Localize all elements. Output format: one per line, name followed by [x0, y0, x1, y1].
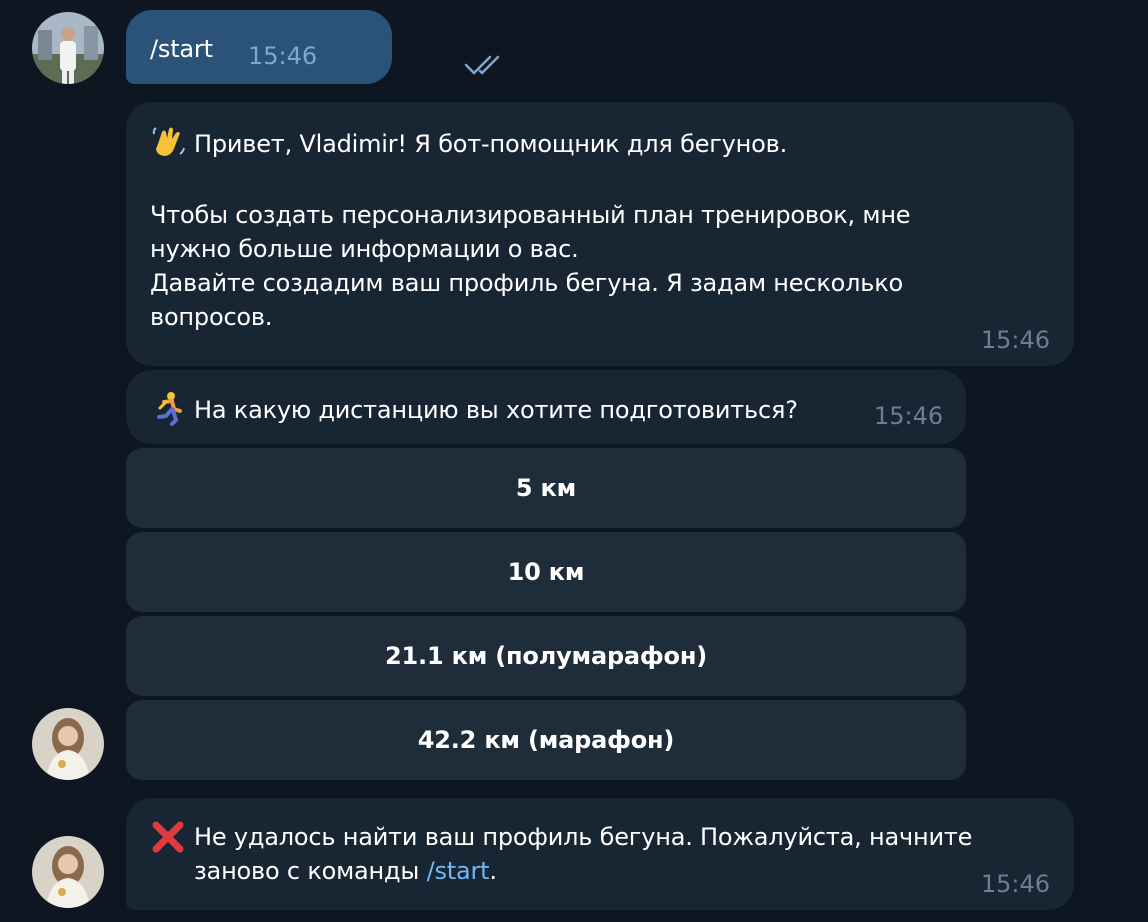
start-command-link[interactable]: /start	[427, 857, 490, 885]
greeting-first-line: Привет, Vladimir! Я бот-помощник для бег…	[150, 124, 787, 164]
cross-mark-icon	[150, 819, 186, 888]
distance-option-half-marathon-button[interactable]: 21.1 км (полумарафон)	[126, 616, 966, 696]
message-body: Чтобы создать персонализированный план т…	[150, 201, 911, 331]
double-check-icon	[464, 54, 504, 80]
bot-avatar-image	[32, 708, 104, 780]
message-time: 15:46	[980, 326, 1050, 354]
message-text: Не удалось найти ваш профиль бегуна. Пож…	[194, 820, 972, 888]
message-time: 15:46	[980, 870, 1050, 898]
waving-hand-icon	[150, 124, 186, 164]
user-avatar-image	[32, 12, 104, 84]
bot-avatar[interactable]	[32, 836, 104, 908]
person-running-icon	[150, 390, 186, 430]
incoming-message-greeting[interactable]: Привет, Vladimir! Я бот-помощник для бег…	[126, 102, 1074, 366]
message-text: /start	[150, 35, 213, 63]
error-text: Не удалось найти ваш профиль бегуна. Пож…	[194, 823, 973, 885]
distance-option-marathon-button[interactable]: 42.2 км (марафон)	[126, 700, 966, 780]
bot-avatar[interactable]	[32, 708, 104, 780]
incoming-message-distance-question[interactable]: На какую дистанцию вы хотите подготовить…	[126, 370, 966, 444]
distance-option-5km-button[interactable]: 5 км	[126, 448, 966, 528]
distance-option-10km-button[interactable]: 10 км	[126, 532, 966, 612]
bot-avatar-image	[32, 836, 104, 908]
message-text: На какую дистанцию вы хотите подготовить…	[194, 396, 798, 424]
error-text-end: .	[489, 857, 497, 885]
message-text: Привет, Vladimir! Я бот-помощник для бег…	[194, 130, 788, 158]
question-line: На какую дистанцию вы хотите подготовить…	[150, 390, 798, 430]
message-time: 15:46	[248, 42, 318, 70]
incoming-message-error[interactable]: Не удалось найти ваш профиль бегуна. Пож…	[126, 798, 1074, 910]
outgoing-message-start[interactable]: /start 15:46	[126, 10, 500, 84]
message-time: 15:46	[874, 402, 944, 430]
error-content: Не удалось найти ваш профиль бегуна. Пож…	[150, 820, 972, 888]
user-avatar[interactable]	[32, 12, 104, 84]
